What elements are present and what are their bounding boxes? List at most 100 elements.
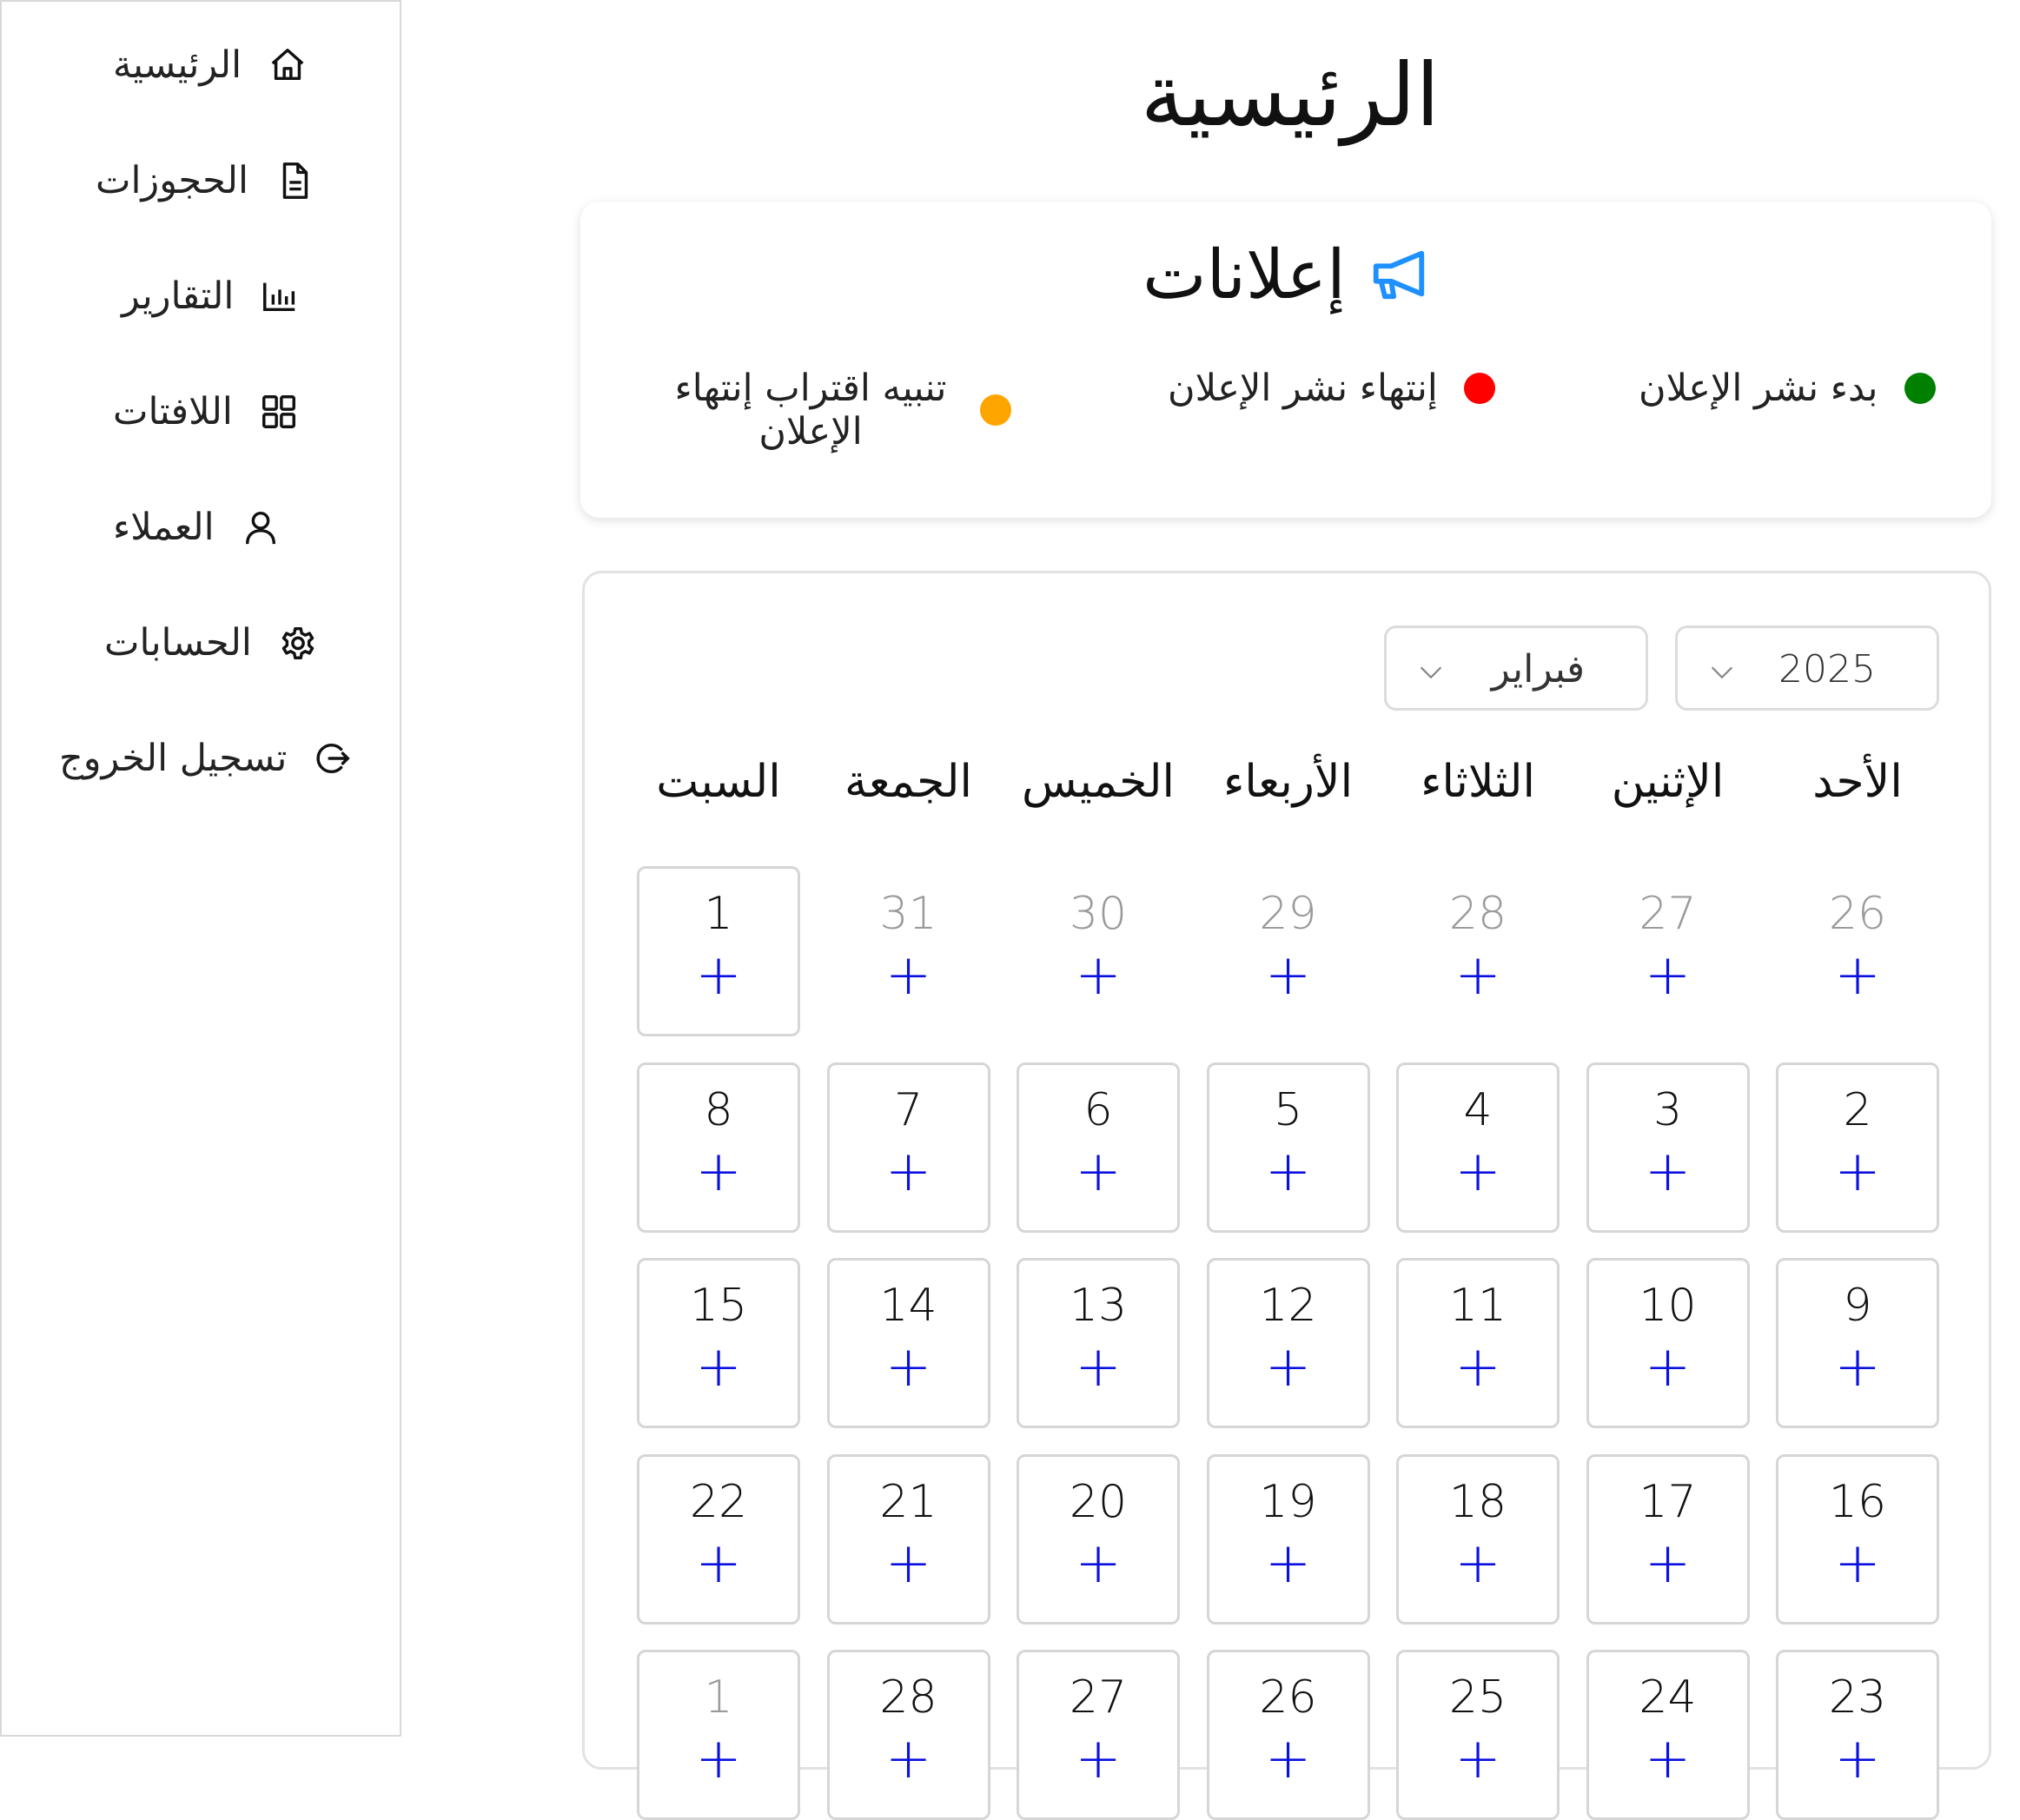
day-number: 26 <box>1259 1671 1317 1724</box>
day-number: 27 <box>1639 888 1697 940</box>
sidebar-item-customers[interactable]: العملاء <box>113 497 281 558</box>
add-booking-button[interactable]: + <box>639 1337 798 1398</box>
sidebar-item-banners[interactable]: اللافتات <box>113 381 299 442</box>
add-booking-button[interactable]: + <box>1209 1142 1368 1202</box>
calendar-day-cell[interactable]: 26 + <box>1776 866 1939 1036</box>
add-booking-button[interactable]: + <box>830 945 988 1006</box>
day-number: 20 <box>1069 1475 1128 1528</box>
calendar-day-cell[interactable]: 22 + <box>637 1453 800 1625</box>
add-booking-button[interactable]: + <box>639 1142 798 1202</box>
calendar-day-cell[interactable]: 8 + <box>637 1062 800 1233</box>
calendar-day-cell[interactable]: 17 + <box>1586 1453 1750 1625</box>
add-booking-button[interactable]: + <box>830 1142 988 1202</box>
calendar-day-cell[interactable]: 1 + <box>637 1650 800 1820</box>
sidebar-item-accounts[interactable]: الحسابات <box>104 612 318 673</box>
add-booking-button[interactable]: + <box>1589 1142 1747 1202</box>
add-booking-button[interactable]: + <box>1019 945 1177 1006</box>
legend-label: إنتهاء نشر الإعلان <box>1168 367 1438 410</box>
day-number: 19 <box>1259 1475 1317 1528</box>
calendar-day-cell[interactable]: 13 + <box>1017 1258 1180 1428</box>
calendar-day-cell[interactable]: 23 + <box>1776 1650 1939 1820</box>
add-booking-button[interactable]: + <box>1019 1533 1177 1594</box>
calendar-day-cell[interactable]: 27 + <box>1586 866 1750 1036</box>
calendar-day-cell[interactable]: 21 + <box>826 1453 990 1625</box>
calendar-day-cell[interactable]: 30 + <box>1017 866 1180 1036</box>
calendar-day-cell[interactable]: 10 + <box>1586 1258 1750 1428</box>
add-booking-button[interactable]: + <box>1399 1337 1557 1398</box>
calendar-day-cell[interactable]: 20 + <box>1017 1453 1180 1625</box>
legend-label: بدء نشر الإعلان <box>1639 367 1878 410</box>
sidebar-item-label: تسجيل الخروج <box>59 737 288 780</box>
sidebar-item-bookings[interactable]: الحجوزات <box>96 150 315 211</box>
grid-icon <box>259 392 299 432</box>
calendar-day-cell[interactable]: 14 + <box>826 1258 990 1428</box>
calendar-day-cell[interactable]: 1 + <box>637 866 800 1036</box>
day-number: 27 <box>1069 1671 1128 1724</box>
bar-chart-icon <box>260 276 300 316</box>
day-number: 23 <box>1828 1671 1887 1724</box>
calendar-day-cell[interactable]: 16 + <box>1776 1453 1939 1625</box>
day-number: 15 <box>689 1280 748 1332</box>
add-booking-button[interactable]: + <box>1019 1337 1177 1398</box>
add-booking-button[interactable]: + <box>830 1337 988 1398</box>
day-number: 17 <box>1639 1475 1697 1528</box>
day-number: 4 <box>1463 1083 1493 1136</box>
calendar-day-cell[interactable]: 9 + <box>1776 1258 1939 1428</box>
add-booking-button[interactable]: + <box>1209 945 1368 1006</box>
calendar-day-cell[interactable]: 3 + <box>1586 1062 1750 1233</box>
year-select[interactable]: 2025 <box>1675 625 1939 711</box>
add-booking-button[interactable]: + <box>1209 1337 1368 1398</box>
calendar-day-cell[interactable]: 31 + <box>826 866 990 1036</box>
sidebar: الرئيسية الحجوزات التقارير اللافتات العم… <box>0 0 401 1737</box>
add-booking-button[interactable]: + <box>1778 945 1937 1006</box>
sidebar-item-home[interactable]: الرئيسية <box>113 35 308 96</box>
day-number: 5 <box>1273 1083 1303 1136</box>
add-booking-button[interactable]: + <box>830 1533 988 1594</box>
add-booking-button[interactable]: + <box>639 1533 798 1594</box>
add-booking-button[interactable]: + <box>1589 1337 1747 1398</box>
calendar-day-cell[interactable]: 11 + <box>1396 1258 1560 1428</box>
calendar-day-cell[interactable]: 28 + <box>1396 866 1560 1036</box>
add-booking-button[interactable]: + <box>1209 1533 1368 1594</box>
calendar-day-cell[interactable]: 19 + <box>1206 1453 1370 1625</box>
calendar-day-cell[interactable]: 15 + <box>637 1258 800 1428</box>
calendar-day-cell[interactable]: 12 + <box>1206 1258 1370 1428</box>
day-number: 26 <box>1828 888 1887 940</box>
sidebar-item-logout[interactable]: تسجيل الخروج <box>59 728 353 789</box>
year-select-value: 2025 <box>1778 647 1876 692</box>
calendar-day-cell[interactable]: 27 + <box>1017 1650 1180 1820</box>
add-booking-button[interactable]: + <box>1399 1533 1557 1594</box>
calendar-day-cell[interactable]: 28 + <box>826 1650 990 1820</box>
calendar-day-cell[interactable]: 6 + <box>1017 1062 1180 1233</box>
add-booking-button[interactable]: + <box>1778 1142 1937 1202</box>
sidebar-item-reports[interactable]: التقارير <box>122 266 300 327</box>
month-select-value: فبراير <box>1491 647 1585 692</box>
legend-item-end: إنتهاء نشر الإعلان <box>1168 367 1495 410</box>
weekday-label: الإثنين <box>1611 756 1725 808</box>
month-select[interactable]: فبراير <box>1384 625 1648 711</box>
day-number: 16 <box>1828 1475 1887 1528</box>
calendar-day-cell[interactable]: 4 + <box>1396 1062 1560 1233</box>
add-booking-button[interactable]: + <box>1399 1142 1557 1202</box>
calendar-day-cell[interactable]: 5 + <box>1206 1062 1370 1233</box>
calendar-day-cell[interactable]: 26 + <box>1206 1650 1370 1820</box>
day-number: 22 <box>689 1475 748 1528</box>
add-booking-button[interactable]: + <box>1019 1142 1177 1202</box>
add-booking-button[interactable]: + <box>1589 1533 1747 1594</box>
legend-label: تنبيه اقتراب إنتهاء الإعلان <box>674 367 947 453</box>
add-booking-button[interactable]: + <box>1399 945 1557 1006</box>
add-booking-button[interactable]: + <box>1589 945 1747 1006</box>
add-booking-button[interactable]: + <box>1778 1533 1937 1594</box>
calendar-day-cell[interactable]: 2 + <box>1776 1062 1939 1233</box>
calendar-day-cell[interactable]: 29 + <box>1206 866 1370 1036</box>
calendar-day-cell[interactable]: 7 + <box>826 1062 990 1233</box>
day-number: 9 <box>1843 1280 1872 1332</box>
weekday-label: الثلاثاء <box>1421 756 1535 808</box>
calendar-day-cell[interactable]: 25 + <box>1396 1650 1560 1820</box>
add-booking-button[interactable]: + <box>639 945 798 1006</box>
announcements-title: إعلانات <box>1142 236 1346 314</box>
calendar-day-cell[interactable]: 18 + <box>1396 1453 1560 1625</box>
sidebar-item-label: الحسابات <box>104 621 252 665</box>
add-booking-button[interactable]: + <box>1778 1337 1937 1398</box>
calendar-day-cell[interactable]: 24 + <box>1586 1650 1750 1820</box>
